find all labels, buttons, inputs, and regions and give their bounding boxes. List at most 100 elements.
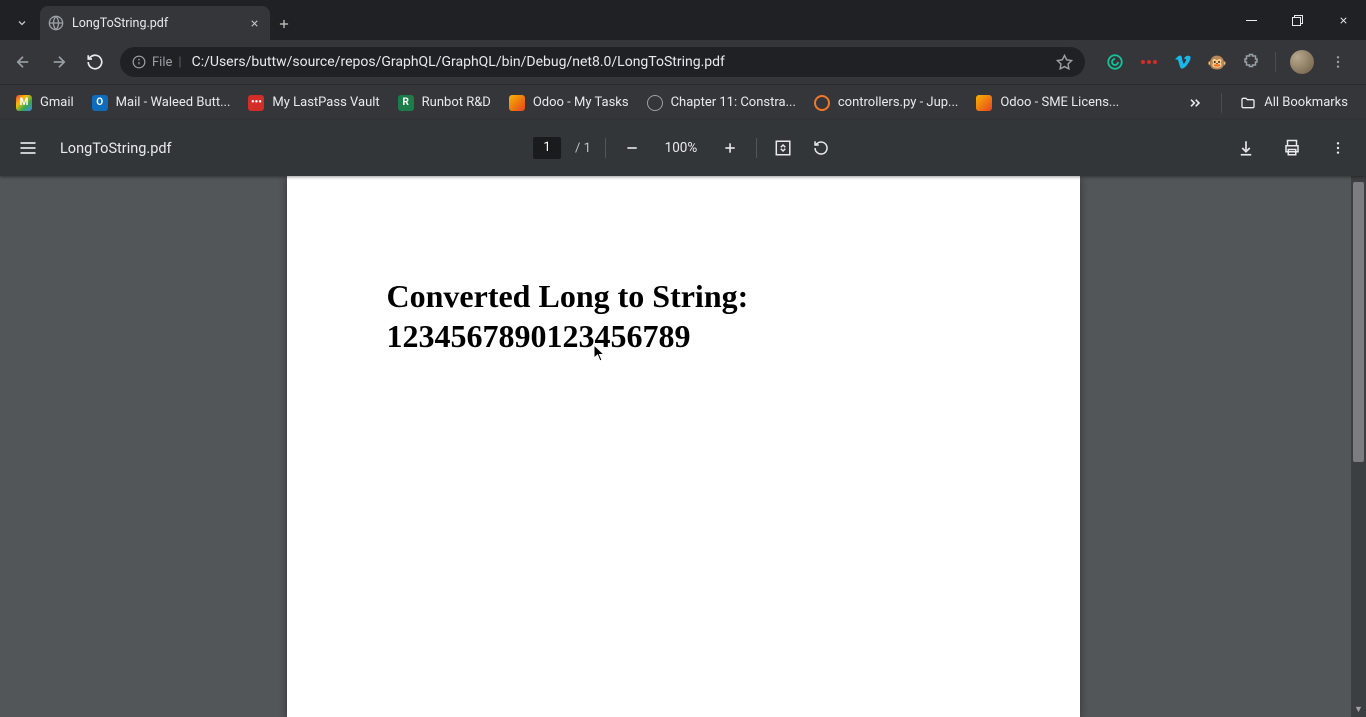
bookmark-odoo-sme[interactable]: Odoo - SME Licens...	[968, 91, 1127, 115]
close-icon	[1338, 15, 1349, 26]
bookmark-label: controllers.py - Jup...	[838, 95, 958, 110]
pdf-toolbar-center: 1 / 1 100%	[533, 136, 833, 160]
nav-forward-button[interactable]	[42, 45, 76, 79]
download-icon	[1237, 139, 1255, 157]
toolbar: File | C:/Users/buttw/source/repos/Graph…	[0, 40, 1366, 84]
toolbar-divider	[756, 138, 757, 158]
extension-grammarly-icon[interactable]	[1105, 52, 1125, 72]
bookmarks-separator	[1221, 93, 1222, 113]
toolbar-divider	[605, 138, 606, 158]
minimize-icon	[1246, 15, 1257, 26]
bookmark-odoo-tasks[interactable]: Odoo - My Tasks	[501, 91, 637, 115]
hamburger-icon	[18, 138, 38, 158]
outlook-icon: O	[92, 95, 108, 111]
toolbar-separator	[1275, 52, 1276, 72]
pdf-print-button[interactable]	[1280, 136, 1304, 160]
url-scheme-label: File	[152, 55, 172, 70]
chevron-down-icon	[16, 17, 28, 29]
maximize-icon	[1292, 15, 1303, 26]
runbot-icon: R	[398, 95, 414, 111]
pdf-toolbar-right	[1234, 136, 1350, 160]
tab-title: LongToString.pdf	[72, 16, 246, 31]
all-bookmarks-button[interactable]: All Bookmarks	[1230, 95, 1358, 111]
odoo-icon	[509, 95, 525, 111]
nav-back-button[interactable]	[6, 45, 40, 79]
pdf-rotate-button[interactable]	[809, 136, 833, 160]
bookmark-lastpass[interactable]: ••• My LastPass Vault	[240, 91, 387, 115]
extension-monkey-icon[interactable]: 🐵	[1207, 52, 1227, 72]
extension-lastpass-icon[interactable]	[1139, 52, 1159, 72]
bookmark-gmail[interactable]: M Gmail	[8, 91, 82, 115]
pdf-page: Converted Long to String: 12345678901234…	[287, 176, 1080, 717]
plus-icon	[722, 140, 738, 156]
url-text: C:/Users/buttw/source/repos/GraphQL/Grap…	[192, 54, 1056, 70]
scrollbar-thumb[interactable]	[1353, 182, 1364, 462]
lastpass-icon: •••	[248, 95, 264, 111]
jupyter-icon	[814, 95, 830, 111]
window-maximize-button[interactable]	[1274, 0, 1320, 40]
pdf-more-button[interactable]	[1326, 136, 1350, 160]
bookmark-star-button[interactable]	[1056, 54, 1073, 71]
extensions-area: 🐵	[1093, 50, 1360, 74]
pdf-viewport[interactable]: Converted Long to String: 12345678901234…	[0, 176, 1366, 717]
vertical-scrollbar[interactable]: ▼	[1351, 176, 1366, 717]
bookmark-jupyter[interactable]: controllers.py - Jup...	[806, 91, 966, 115]
folder-icon	[1240, 95, 1256, 111]
window-minimize-button[interactable]	[1228, 0, 1274, 40]
close-icon	[249, 18, 260, 29]
fit-to-page-icon	[774, 139, 792, 157]
pdf-fit-button[interactable]	[771, 136, 795, 160]
bookmark-outlook[interactable]: O Mail - Waleed Butt...	[84, 91, 239, 115]
pdf-zoom-level[interactable]: 100%	[658, 140, 704, 156]
bookmark-chapter11[interactable]: Chapter 11: Constra...	[639, 91, 804, 115]
tab-close-button[interactable]	[246, 15, 262, 31]
gmail-icon: M	[16, 95, 32, 111]
tabs-dropdown-button[interactable]	[8, 6, 36, 40]
pdf-toolbar: LongToString.pdf 1 / 1 100%	[0, 120, 1366, 176]
pdf-text-line-2: 1234567890123456789	[387, 318, 691, 354]
browser-tab[interactable]: LongToString.pdf	[40, 6, 270, 40]
all-bookmarks-label: All Bookmarks	[1264, 95, 1348, 110]
star-icon	[1056, 54, 1073, 71]
info-icon	[132, 55, 146, 69]
pdf-zoom-in-button[interactable]	[718, 136, 742, 160]
window-close-button[interactable]	[1320, 0, 1366, 40]
odoo-icon	[976, 95, 992, 111]
browser-menu-button[interactable]	[1328, 52, 1348, 72]
double-chevron-right-icon	[1187, 95, 1203, 111]
arrow-right-icon	[50, 53, 68, 71]
bookmark-runbot[interactable]: R Runbot R&D	[390, 91, 499, 115]
scrollbar-down-arrow[interactable]: ▼	[1351, 702, 1366, 717]
globe-icon	[48, 15, 64, 31]
bookmark-label: Gmail	[40, 95, 74, 110]
pdf-filename: LongToString.pdf	[60, 140, 172, 157]
print-icon	[1283, 139, 1301, 157]
pdf-page-input[interactable]: 1	[533, 137, 561, 159]
profile-avatar-button[interactable]	[1290, 50, 1314, 74]
reload-button[interactable]	[78, 45, 112, 79]
pdf-zoom-out-button[interactable]	[620, 136, 644, 160]
bookmarks-overflow-button[interactable]	[1177, 95, 1213, 111]
pdf-sidebar-toggle[interactable]	[16, 136, 40, 160]
bookmark-label: Runbot R&D	[422, 95, 491, 110]
bookmark-label: Odoo - SME Licens...	[1000, 95, 1119, 110]
pdf-text-line-1: Converted Long to String:	[387, 278, 749, 314]
extensions-puzzle-button[interactable]	[1241, 52, 1261, 72]
extension-vimeo-icon[interactable]	[1173, 52, 1193, 72]
puzzle-icon	[1242, 53, 1260, 71]
pdf-content-heading: Converted Long to String: 12345678901234…	[387, 276, 980, 356]
rotate-icon	[812, 139, 830, 157]
url-scheme-chip: File |	[132, 55, 182, 70]
bookmarks-bar: M Gmail O Mail - Waleed Butt... ••• My L…	[0, 84, 1366, 120]
new-tab-button[interactable]	[270, 8, 298, 40]
minus-icon	[624, 140, 640, 156]
arrow-left-icon	[14, 53, 32, 71]
pdf-page-total: / 1	[575, 141, 591, 156]
kebab-icon	[1330, 54, 1346, 70]
address-bar[interactable]: File | C:/Users/buttw/source/repos/Graph…	[120, 47, 1085, 77]
pdf-download-button[interactable]	[1234, 136, 1258, 160]
bookmark-label: Chapter 11: Constra...	[671, 95, 796, 110]
reload-icon	[86, 53, 104, 71]
window-controls	[1228, 0, 1366, 40]
bookmark-label: Mail - Waleed Butt...	[116, 95, 231, 110]
